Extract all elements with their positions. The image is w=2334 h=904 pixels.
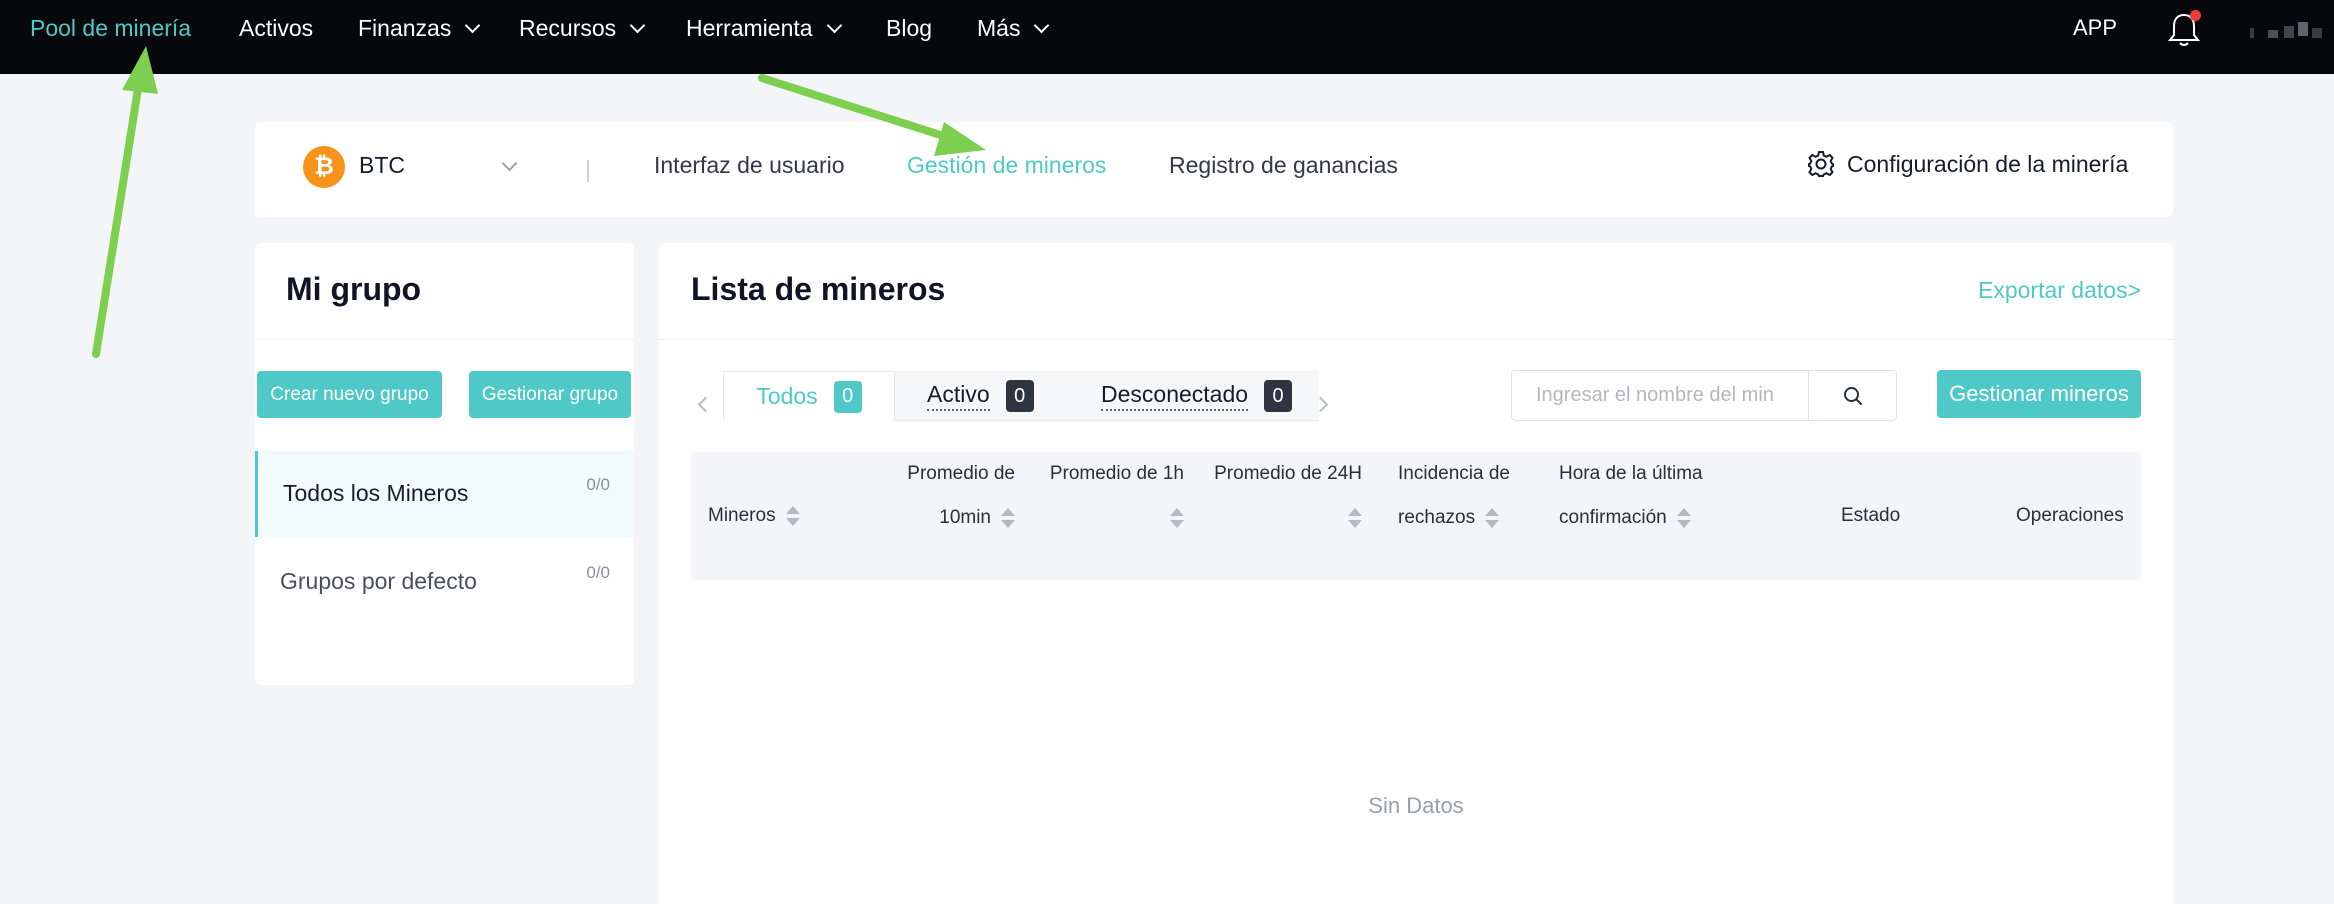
sort-icon [1001, 507, 1015, 529]
column-header-rejection-rate[interactable]: Incidencia de rechazos [1398, 452, 1510, 540]
annotation-arrow-icon [92, 46, 158, 358]
nav-item-resources[interactable]: Recursos [519, 0, 646, 56]
column-header-avg-1h[interactable]: Promedio de 1h [1034, 452, 1184, 540]
mining-settings-button[interactable]: Configuración de la minería [1807, 150, 2128, 178]
column-header-label: Promedio de 24H [1214, 463, 1362, 484]
nav-item-label: Más [977, 14, 1021, 41]
tab-user-interface[interactable]: Interfaz de usuario [654, 152, 845, 179]
user-avatar[interactable] [2250, 22, 2334, 40]
panel-title: Lista de mineros [691, 271, 946, 307]
chevron-down-icon[interactable] [501, 155, 518, 172]
group-item-count: 0/0 [586, 563, 610, 582]
export-data-link[interactable]: Exportar datos> [1978, 277, 2141, 304]
notification-bell-icon[interactable] [2167, 10, 2201, 48]
count-badge: 0 [1005, 380, 1034, 412]
search-button[interactable] [1809, 371, 1896, 420]
nav-item-more[interactable]: Más [977, 0, 1050, 56]
sort-icon [1676, 507, 1691, 529]
divider [255, 339, 634, 340]
column-header-status: Estado [1841, 505, 1901, 526]
filter-tab-active[interactable]: Activo 0 [927, 371, 1034, 421]
miner-search-input[interactable] [1512, 371, 1808, 420]
miner-search-box [1511, 370, 1897, 421]
tab-earnings-record[interactable]: Registro de ganancias [1169, 152, 1398, 179]
manage-miners-button[interactable]: Gestionar mineros [1937, 370, 2141, 418]
column-header-operations: Operaciones [2016, 505, 2124, 526]
divider [659, 339, 2173, 340]
panel-title: Mi grupo [286, 271, 422, 307]
column-header-label: Mineros [708, 505, 776, 526]
column-header-label: Incidencia de [1398, 463, 1510, 484]
column-header-label: Promedio de [907, 463, 1015, 484]
chevron-down-icon [465, 17, 481, 33]
top-navigation-bar: Pool de minería Activos Finanzas Recurso… [0, 0, 2334, 74]
nav-item-label: Activos [239, 14, 314, 41]
group-item-default[interactable]: Grupos por defecto 0/0 [255, 539, 634, 625]
filter-tab-all[interactable]: Todos 0 [723, 371, 895, 421]
group-item-all-miners[interactable]: Todos los Mineros 0/0 [255, 451, 634, 537]
nav-item-mining-pool[interactable]: Pool de minería [30, 0, 191, 56]
filter-tab-label: Desconectado [1101, 381, 1249, 411]
filter-tab-label: Todos [756, 382, 818, 409]
sort-icon [1485, 507, 1500, 529]
empty-state-text: Sin Datos [1368, 793, 1464, 818]
nav-item-blog[interactable]: Blog [886, 0, 932, 56]
app-download-link[interactable]: APP [2073, 0, 2117, 56]
group-item-count: 0/0 [586, 475, 610, 494]
column-header-label: Promedio de 1h [1049, 463, 1184, 484]
column-header-avg-24h[interactable]: Promedio de 24H [1196, 452, 1362, 540]
chevron-down-icon [826, 17, 842, 33]
nav-item-label: Finanzas [358, 14, 452, 41]
column-header-last-confirmation[interactable]: Hora de la última confirmación [1559, 452, 1703, 540]
tab-miner-management[interactable]: Gestión de mineros [907, 152, 1106, 179]
sort-icon [1170, 507, 1184, 529]
nav-item-assets[interactable]: Activos [239, 0, 313, 56]
mining-settings-label: Configuración de la minería [1847, 150, 2129, 177]
bitcoin-icon: ₿ [303, 146, 345, 188]
nav-item-label: Pool de minería [30, 14, 192, 41]
column-header-avg-10min[interactable]: Promedio de 10min [885, 452, 1015, 540]
manage-group-button[interactable]: Gestionar grupo [469, 371, 631, 418]
coin-selector-label[interactable]: BTC [359, 152, 405, 179]
count-badge: 0 [1264, 380, 1293, 412]
nav-item-finance[interactable]: Finanzas [358, 0, 481, 56]
sort-icon [1348, 507, 1362, 529]
nav-item-tools[interactable]: Herramienta [686, 0, 842, 56]
group-item-label: Grupos por defecto [280, 568, 477, 594]
count-badge: 0 [833, 380, 862, 413]
filter-tab-label: Activo [927, 381, 990, 411]
chevron-down-icon [629, 17, 646, 33]
divider [587, 160, 589, 182]
table-header: Mineros Promedio de 10min Promedio de 1h… [691, 452, 2141, 580]
notification-dot [2190, 10, 2201, 21]
column-header-label: 10min [939, 507, 991, 528]
column-header-label: rechazos [1398, 507, 1476, 528]
group-panel: Mi grupo Crear nuevo grupo Gestionar gru… [255, 243, 634, 685]
nav-item-label: Blog [886, 14, 933, 41]
chevron-left-icon[interactable] [697, 396, 714, 413]
search-icon [1843, 386, 1862, 405]
coin-tab-bar: ₿ BTC Interfaz de usuario Gestión de min… [255, 122, 2173, 217]
nav-item-label: Recursos [519, 14, 617, 41]
column-header-label: Hora de la última [1559, 463, 1703, 484]
filter-tab-offline[interactable]: Desconectado 0 [1101, 371, 1293, 421]
nav-item-label: Herramienta [686, 14, 813, 41]
group-item-label: Todos los Mineros [283, 480, 469, 506]
create-group-button[interactable]: Crear nuevo grupo [257, 371, 442, 418]
chevron-down-icon [1034, 17, 1050, 33]
column-header-miners[interactable]: Mineros [708, 494, 800, 538]
sort-icon [785, 505, 800, 527]
column-header-label: confirmación [1559, 507, 1667, 528]
miner-list-panel: Lista de mineros Exportar datos> Todos 0… [659, 243, 2173, 904]
gear-icon [1808, 151, 1834, 177]
